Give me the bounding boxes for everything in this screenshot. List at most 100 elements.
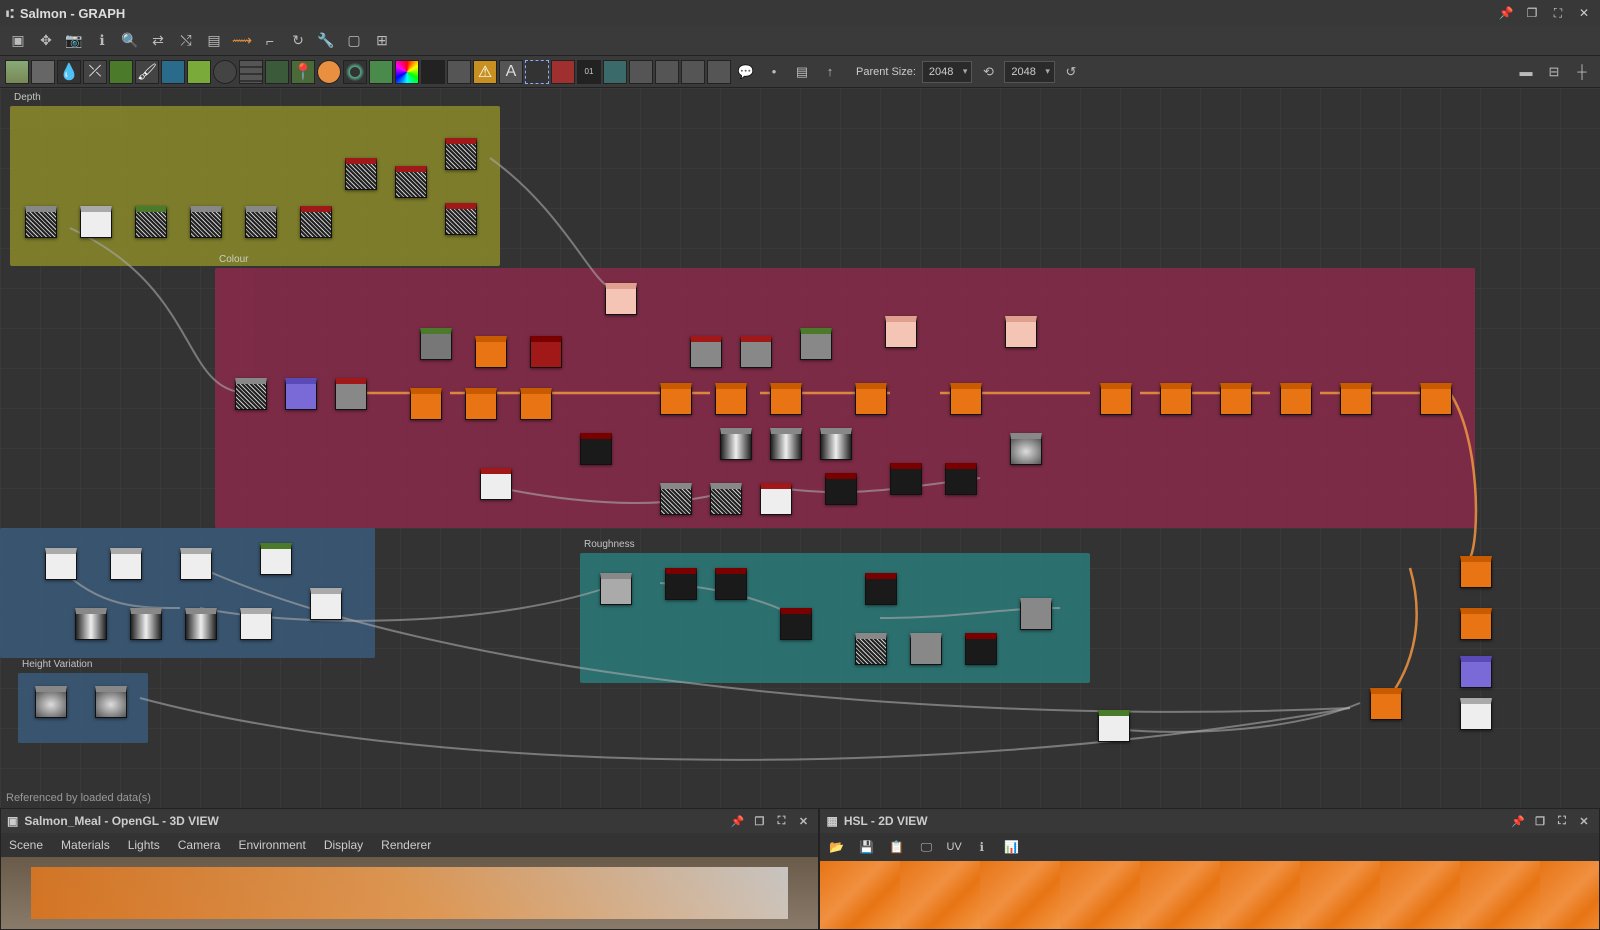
menu-camera[interactable]: Camera: [178, 838, 221, 852]
align-icon[interactable]: ▬: [1514, 60, 1538, 84]
move-icon[interactable]: ✥: [34, 29, 58, 53]
node[interactable]: [770, 428, 802, 460]
node[interactable]: [135, 206, 167, 238]
node[interactable]: [180, 548, 212, 580]
node[interactable]: [25, 206, 57, 238]
link-icon[interactable]: ⇄: [146, 29, 170, 53]
node[interactable]: [1005, 316, 1037, 348]
node[interactable]: [475, 336, 507, 368]
save-icon[interactable]: 💾: [856, 837, 876, 857]
node[interactable]: [600, 573, 632, 605]
node[interactable]: [80, 206, 112, 238]
menu-materials[interactable]: Materials: [61, 838, 110, 852]
node[interactable]: [240, 608, 272, 640]
node[interactable]: [885, 316, 917, 348]
node[interactable]: [1460, 608, 1492, 640]
node[interactable]: [770, 383, 802, 415]
restore-icon[interactable]: ❐: [1522, 3, 1542, 23]
grid-icon[interactable]: ┼: [1570, 60, 1594, 84]
node-chroma[interactable]: [395, 60, 419, 84]
node[interactable]: [800, 328, 832, 360]
node[interactable]: [855, 633, 887, 665]
pin-icon[interactable]: 📌: [1496, 3, 1516, 23]
close-icon[interactable]: ✕: [1574, 3, 1594, 23]
node[interactable]: [445, 138, 477, 170]
zoom-icon[interactable]: 🔍: [118, 29, 142, 53]
node-paint[interactable]: 🖌: [135, 60, 159, 84]
node[interactable]: [965, 633, 997, 665]
node[interactable]: [395, 166, 427, 198]
node[interactable]: [260, 543, 292, 575]
copy-icon[interactable]: 📋: [886, 837, 906, 857]
open-icon[interactable]: 📂: [826, 837, 846, 857]
node-circle[interactable]: [213, 60, 237, 84]
node[interactable]: [300, 206, 332, 238]
node[interactable]: [665, 568, 697, 600]
node[interactable]: [950, 383, 982, 415]
menu-renderer[interactable]: Renderer: [381, 838, 431, 852]
info-icon[interactable]: ℹ: [90, 29, 114, 53]
node[interactable]: [660, 383, 692, 415]
node-grid[interactable]: [239, 60, 263, 84]
link-size-icon[interactable]: ⟲: [976, 60, 1000, 84]
node-select[interactable]: [525, 60, 549, 84]
node[interactable]: [190, 206, 222, 238]
menu-display[interactable]: Display: [324, 838, 363, 852]
pin-icon[interactable]: 📌: [1509, 812, 1527, 830]
corner-icon[interactable]: ⌐: [258, 29, 282, 53]
menu-environment[interactable]: Environment: [238, 838, 305, 852]
restore-icon[interactable]: ❐: [1531, 812, 1549, 830]
node[interactable]: [75, 608, 107, 640]
close-icon[interactable]: ✕: [794, 812, 812, 830]
fit-icon[interactable]: ▣: [6, 29, 30, 53]
node[interactable]: [1420, 383, 1452, 415]
restore-icon[interactable]: ❐: [750, 812, 768, 830]
viewport-3d[interactable]: [1, 857, 818, 929]
node-green[interactable]: [187, 60, 211, 84]
node[interactable]: [95, 686, 127, 718]
node[interactable]: [345, 158, 377, 190]
node-bucket[interactable]: [551, 60, 575, 84]
node[interactable]: [715, 568, 747, 600]
close-icon[interactable]: ✕: [1575, 812, 1593, 830]
node-dot[interactable]: [317, 60, 341, 84]
node-marker[interactable]: 📍: [291, 60, 315, 84]
parent-size-h-dropdown[interactable]: 2048: [1004, 61, 1054, 83]
node[interactable]: [1098, 710, 1130, 742]
node[interactable]: [1020, 598, 1052, 630]
node[interactable]: [1100, 383, 1132, 415]
node-tile[interactable]: [603, 60, 627, 84]
snap-icon[interactable]: ⊟: [1542, 60, 1566, 84]
node[interactable]: [1010, 433, 1042, 465]
node[interactable]: [245, 206, 277, 238]
node[interactable]: [1370, 688, 1402, 720]
node-drop[interactable]: 💧: [57, 60, 81, 84]
node[interactable]: [825, 473, 857, 505]
node[interactable]: [820, 428, 852, 460]
node[interactable]: [285, 378, 317, 410]
node[interactable]: [855, 383, 887, 415]
maximize-icon[interactable]: ⛶: [772, 812, 790, 830]
list-icon[interactable]: ▤: [790, 60, 814, 84]
node-curve[interactable]: [109, 60, 133, 84]
node[interactable]: [480, 468, 512, 500]
node[interactable]: [715, 383, 747, 415]
node[interactable]: [1460, 656, 1492, 688]
maximize-icon[interactable]: ⛶: [1548, 3, 1568, 23]
node-ring[interactable]: [343, 60, 367, 84]
pin-icon[interactable]: 📌: [728, 812, 746, 830]
comment-icon[interactable]: 💬: [734, 60, 758, 84]
node-tri[interactable]: [369, 60, 393, 84]
up-icon[interactable]: ↑: [818, 60, 842, 84]
screen-icon[interactable]: 🖵: [916, 837, 936, 857]
node[interactable]: [580, 433, 612, 465]
node[interactable]: [1460, 556, 1492, 588]
node[interactable]: [465, 388, 497, 420]
stack-icon[interactable]: ▤: [202, 29, 226, 53]
node[interactable]: [185, 608, 217, 640]
node[interactable]: [605, 283, 637, 315]
node[interactable]: [865, 573, 897, 605]
node[interactable]: [420, 328, 452, 360]
menu-lights[interactable]: Lights: [128, 838, 160, 852]
graph-canvas[interactable]: Depth Colour Roughness Height Variation: [0, 88, 1600, 808]
